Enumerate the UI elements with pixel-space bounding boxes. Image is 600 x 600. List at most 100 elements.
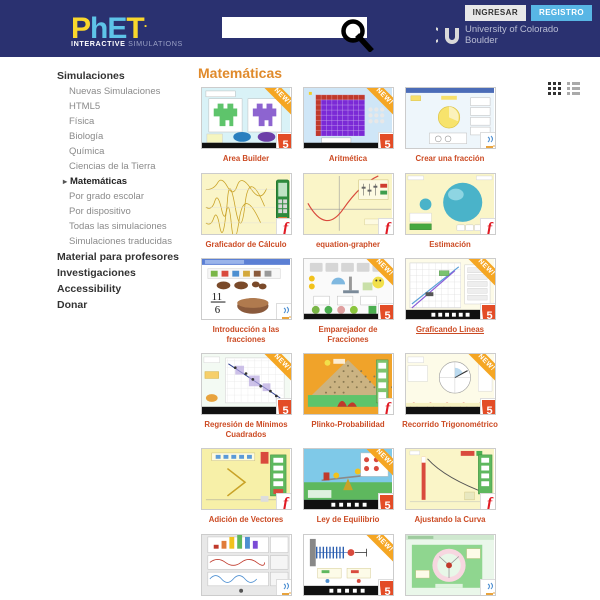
simulation-card[interactable]: f Ajustando la Curva [400, 448, 500, 525]
simulation-thumbnail[interactable]: f [200, 448, 292, 510]
simulation-thumbnail[interactable]: NEW! 5 [302, 448, 394, 510]
simulation-card[interactable]: NEW! 5 Recorrido Trigonométrico [400, 353, 500, 439]
simulation-title[interactable]: Emparejador de Fracciones [298, 325, 398, 344]
simulation-title[interactable]: Area Builder [196, 154, 296, 164]
sidebar-item-donar[interactable]: Donar [57, 299, 195, 312]
simulation-card[interactable]: NEW!5Ley de Hook [298, 533, 398, 600]
sidebar-item-simulaciones[interactable]: Simulaciones [57, 70, 195, 83]
simulation-title[interactable]: Regresión de Mínimos Cuadrados [196, 420, 296, 439]
flash-badge-icon: f [275, 493, 291, 509]
html5-badge-icon: 5 [479, 398, 495, 414]
simulation-title[interactable]: equation-grapher [298, 240, 398, 250]
simulation-card[interactable]: NEW! 5 Emparejador de Fracciones [298, 258, 398, 344]
simulation-title[interactable]: Aritmética [298, 154, 398, 164]
sidebar-item-label: Química [69, 146, 105, 157]
search-icon[interactable] [340, 18, 374, 52]
university-branding[interactable]: University of Colorado Boulder [436, 24, 558, 46]
simulation-card[interactable]: Revolución Mariquita [400, 533, 500, 600]
simulation-title[interactable]: Introducción a las fracciones [196, 325, 296, 344]
java-badge-icon [275, 303, 291, 319]
flash-badge-icon: f [479, 493, 495, 509]
simulation-thumbnail[interactable] [404, 87, 496, 149]
sidebar-item-label: Donar [57, 299, 88, 311]
list-view-icon[interactable] [567, 82, 580, 95]
simulation-thumbnail[interactable]: NEW! 5 [404, 258, 496, 320]
simulation-title[interactable]: Crear una fracción [400, 154, 500, 164]
simulation-thumbnail[interactable]: f [404, 448, 496, 510]
sidebar-item-label: Simulaciones traducidas [69, 236, 172, 247]
simulation-thumbnail[interactable]: f [404, 172, 496, 235]
sidebar-item-accessibility[interactable]: Accessibility [57, 283, 195, 296]
simulation-card[interactable]: NEW! 5 Graficando Lineas [400, 258, 500, 344]
simulation-card[interactable]: NEW! 5 Ley de Equilibrio [298, 448, 398, 525]
sidebar-item-qu-mica[interactable]: Química [69, 146, 195, 158]
sidebar-item-biolog-a[interactable]: Biología [69, 131, 195, 143]
html5-badge-icon: 5 [377, 578, 393, 595]
simulation-thumbnail[interactable]: f [302, 353, 394, 415]
simulation-title[interactable]: Recorrido Trigonométrico [400, 420, 500, 430]
simulation-title[interactable]: Estimación [400, 240, 500, 250]
sidebar-item-label: Nuevas Simulaciones [69, 86, 161, 97]
simulation-card[interactable]: NEW! 5 Aritmética [298, 87, 398, 164]
sidebar-item-f-sica[interactable]: Física [69, 116, 195, 128]
university-line-1: University of Colorado [465, 24, 559, 35]
simulation-card[interactable]: Crear una fracción [400, 87, 500, 164]
grid-view-icon[interactable] [548, 82, 561, 95]
flash-badge-icon: f [275, 217, 291, 234]
sidebar-item-todas-las-simulaciones[interactable]: Todas las simulaciones [69, 221, 195, 233]
sidebar-item-html5[interactable]: HTML5 [69, 101, 195, 113]
sidebar-item-ciencias-de-la-tierra[interactable]: Ciencias de la Tierra [69, 161, 195, 173]
sidebar-item-matem-ticas[interactable]: Matemáticas [63, 176, 195, 188]
java-badge-icon [479, 132, 495, 148]
html5-badge-icon: 5 [275, 132, 291, 148]
simulation-thumbnail[interactable] [404, 533, 496, 596]
sidebar-item-label: Todas las simulaciones [69, 221, 167, 232]
simulation-card[interactable]: NEW! 5 Area Builder [196, 87, 296, 164]
auth-buttons: INGRESAR REGISTRO [464, 5, 592, 21]
simulation-title[interactable]: Ajustando la Curva [400, 515, 500, 525]
simulation-thumbnail[interactable]: f [302, 172, 394, 235]
sidebar-item-label: Biología [69, 131, 104, 142]
university-name: University of Colorado Boulder [465, 24, 558, 46]
simulation-card[interactable]: f Plinko-Probabilidad [298, 353, 398, 439]
simulation-title[interactable]: Graficador de Cálculo [196, 240, 296, 250]
html5-badge-icon: 5 [377, 303, 393, 319]
simulation-title[interactable]: Plinko-Probabilidad [298, 420, 398, 430]
logo-letter-p: P [71, 12, 91, 45]
sidebar-item-nuevas-simulaciones[interactable]: Nuevas Simulaciones [69, 86, 195, 98]
sidebar-item-label: Material para profesores [57, 251, 179, 263]
simulation-card[interactable]: f Adición de Vectores [196, 448, 296, 525]
page-title: Matemáticas [198, 65, 283, 81]
sidebar-item-label: HTML5 [69, 101, 101, 112]
simulation-card[interactable]: f Graficador de Cálculo [196, 172, 296, 250]
logo-letter-t: T [126, 12, 144, 45]
simulation-thumbnail[interactable]: f [200, 172, 292, 235]
flash-badge-icon: f [377, 217, 393, 234]
simulation-title[interactable]: Graficando Lineas [400, 325, 500, 335]
sidebar-item-por-dispositivo[interactable]: Por dispositivo [69, 206, 195, 218]
simulation-thumbnail[interactable]: NEW! 5 [200, 353, 292, 415]
sidebar-item-investigaciones[interactable]: Investigaciones [57, 267, 195, 280]
sidebar-item-por-grado-escolar[interactable]: Por grado escolar [69, 191, 195, 203]
phet-logo[interactable]: PhET. INTERACTIVE SIMULATIONS [71, 8, 182, 50]
simulation-thumbnail[interactable]: NEW! 5 [302, 533, 394, 596]
register-button[interactable]: REGISTRO [531, 5, 592, 21]
simulation-thumbnail[interactable]: NEW! 5 [404, 353, 496, 415]
simulation-title[interactable]: Adición de Vectores [196, 515, 296, 525]
simulation-card[interactable]: NEW! 5 Regresión de Mínimos Cuadrados [196, 353, 296, 439]
simulation-card[interactable]: f equation-grapher [298, 172, 398, 250]
login-button[interactable]: INGRESAR [464, 5, 527, 21]
simulation-thumbnail[interactable]: NEW! 5 [200, 87, 292, 149]
sidebar-item-material-para-profesores[interactable]: Material para profesores [57, 251, 195, 264]
simulation-thumbnail[interactable]: NEW! 5 [302, 87, 394, 149]
simulation-card[interactable]: Fourier: Fabricacion de Ondas [196, 533, 296, 600]
sidebar-item-simulaciones-traducidas[interactable]: Simulaciones traducidas [69, 236, 195, 248]
simulation-card[interactable]: 11 6 Introducción a las fracciones [196, 258, 296, 344]
simulation-card[interactable]: f Estimación [400, 172, 500, 250]
simulation-grid: NEW! 5 Area Builder NEW! 5 Aritmética Crear un… [195, 87, 582, 600]
simulation-thumbnail[interactable] [200, 533, 292, 596]
java-badge-icon [479, 578, 495, 595]
simulation-thumbnail[interactable]: 11 6 [200, 258, 292, 320]
simulation-thumbnail[interactable]: NEW! 5 [302, 258, 394, 320]
simulation-title[interactable]: Ley de Equilibrio [298, 515, 398, 525]
